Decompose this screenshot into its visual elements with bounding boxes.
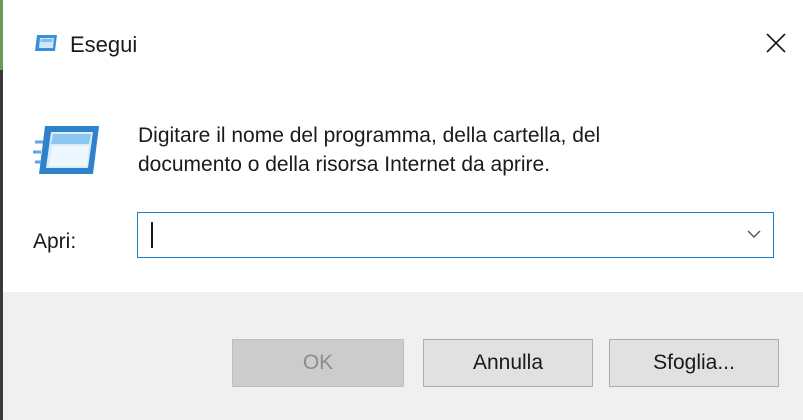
- browse-button[interactable]: Sfoglia...: [609, 339, 779, 387]
- dropdown-button[interactable]: [739, 219, 769, 251]
- run-icon: [34, 34, 58, 52]
- ok-button[interactable]: OK: [232, 339, 404, 387]
- close-button[interactable]: [753, 22, 799, 68]
- title-bar[interactable]: Esegui: [3, 0, 803, 90]
- text-caret: [151, 222, 153, 248]
- open-input[interactable]: [148, 219, 732, 253]
- window-title: Esegui: [70, 32, 138, 57]
- run-dialog: Esegui Digitare il nome del programma, d…: [0, 0, 803, 420]
- dialog-description: Digitare il nome del programma, della ca…: [138, 124, 601, 176]
- cancel-button[interactable]: Annulla: [423, 339, 593, 387]
- button-bar: OK Annulla Sfoglia...: [3, 292, 803, 420]
- open-combobox[interactable]: [137, 212, 774, 258]
- chevron-down-icon: [747, 226, 761, 244]
- open-label: Apri:: [33, 230, 77, 253]
- run-program-icon: [33, 122, 103, 178]
- close-icon: [765, 32, 787, 59]
